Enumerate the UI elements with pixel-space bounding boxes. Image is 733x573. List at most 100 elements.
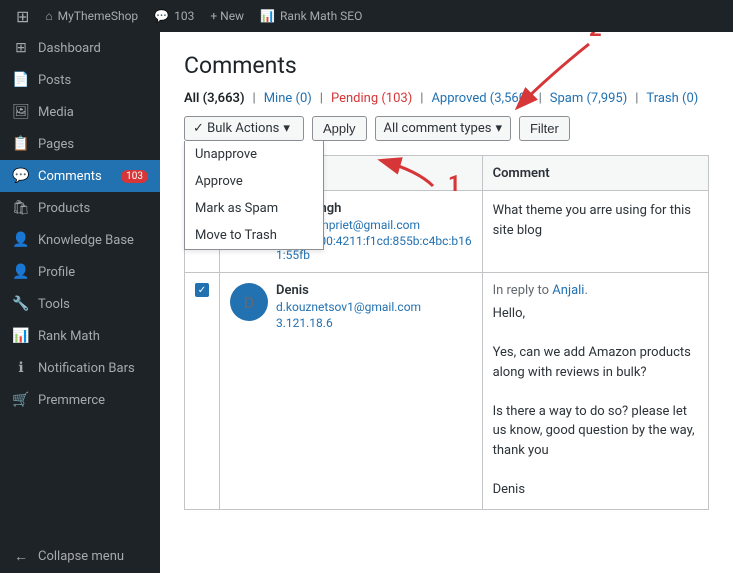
filter-button[interactable]: Filter <box>519 116 570 141</box>
main-layout: ⊞ Dashboard 📄 Posts 🖼 Media 📋 Pages 💬 Co… <box>0 32 733 573</box>
sidebar: ⊞ Dashboard 📄 Posts 🖼 Media 📋 Pages 💬 Co… <box>0 32 160 573</box>
annotations-overlay: 2 <box>489 32 689 126</box>
row2-author-info: D Denis d.kouznetsov1@gmail.com 3.121.18… <box>230 283 472 330</box>
chevron-down-icon: ▾ <box>283 121 290 136</box>
sidebar-item-label: Dashboard <box>38 41 148 56</box>
pages-icon: 📋 <box>12 136 30 152</box>
bulk-actions-area: ✓ Bulk Actions ▾ Unapprove Approve Mark … <box>184 116 709 141</box>
sidebar-item-notification-bars[interactable]: ℹ Notification Bars <box>0 352 160 384</box>
comments-icon: 💬 <box>154 9 169 23</box>
rankmath-icon: 📊 <box>260 9 275 23</box>
collapse-icon: ← <box>12 548 30 565</box>
admin-bar: ⊞ ⌂ MyThemeShop 💬 103 + New 📊 Rank Math … <box>0 0 733 32</box>
bulk-option-approve[interactable]: Approve <box>185 168 323 195</box>
sidebar-item-dashboard[interactable]: ⊞ Dashboard <box>0 32 160 64</box>
sidebar-item-label: Media <box>38 105 148 120</box>
bulk-actions-button[interactable]: ✓ Bulk Actions ▾ <box>184 116 304 141</box>
row2-avatar: D <box>230 283 268 321</box>
sidebar-item-profile[interactable]: 👤 Profile <box>0 256 160 288</box>
row2-checkbox[interactable]: ✓ <box>195 283 209 297</box>
sidebar-item-label: Premmerce <box>38 393 148 408</box>
sidebar-item-label: Profile <box>38 265 148 280</box>
comment-type-select[interactable]: All comment types ▾ <box>375 116 511 141</box>
main-content: Comments All (3,663) | Mine (0) | Pendin… <box>160 32 733 573</box>
row1-comment-text: What theme you arre using for this site … <box>493 201 698 240</box>
sidebar-item-comments[interactable]: 💬 Comments 103 <box>0 160 160 192</box>
sidebar-item-rank-math[interactable]: 📊 Rank Math <box>0 320 160 352</box>
annotation-2: 2 <box>589 32 602 42</box>
filter-all[interactable]: All (3,663) <box>184 91 245 106</box>
sidebar-item-label: Tools <box>38 297 148 312</box>
sidebar-item-pages[interactable]: 📋 Pages <box>0 128 160 160</box>
notification-bars-icon: ℹ <box>12 360 30 376</box>
bulk-option-spam[interactable]: Mark as Spam <box>185 195 323 222</box>
premmerce-icon: 🛒 <box>12 392 30 408</box>
bulk-option-unapprove[interactable]: Unapprove <box>185 141 323 168</box>
filter-bar: All (3,663) | Mine (0) | Pending (103) |… <box>184 91 709 106</box>
sidebar-item-products[interactable]: 🛍 Products <box>0 192 160 224</box>
rankmath-menu[interactable]: 📊 Rank Math SEO <box>252 0 370 32</box>
row2-checkbox-cell: ✓ <box>185 273 220 510</box>
sidebar-item-label: Rank Math <box>38 329 148 344</box>
row1-comment-cell: What theme you arre using for this site … <box>482 191 708 273</box>
media-icon: 🖼 <box>12 104 30 120</box>
profile-icon: 👤 <box>12 264 30 280</box>
row2-author-ip: 3.121.18.6 <box>276 316 421 330</box>
bulk-actions-menu: Unapprove Approve Mark as Spam Move to T… <box>184 141 324 250</box>
th-comment: Comment 1 <box>482 156 708 191</box>
filter-pending[interactable]: Pending (103) <box>331 91 412 106</box>
filter-spam[interactable]: Spam (7,995) <box>550 91 627 106</box>
move-to-trash-label: Move to Trash <box>195 228 277 243</box>
row2-reply-info: In reply to Anjali. <box>493 283 698 298</box>
site-menu[interactable]: ⊞ <box>8 0 37 32</box>
sidebar-item-label: Posts <box>38 73 148 88</box>
products-icon: 🛍 <box>12 200 30 216</box>
new-label: + New <box>210 9 244 23</box>
table-row: ✓ D Denis d.kouznetsov1@gmail.com 3.121.… <box>185 273 709 510</box>
filter-trash[interactable]: Trash (0) <box>646 91 698 106</box>
page-title: Comments <box>184 52 709 79</box>
sidebar-item-tools[interactable]: 🔧 Tools <box>0 288 160 320</box>
sidebar-item-label: Notification Bars <box>38 361 148 376</box>
sidebar-item-label: Pages <box>38 137 148 152</box>
row2-comment-cell: In reply to Anjali. Hello, Yes, can we a… <box>482 273 708 510</box>
comment-line-1: Hello, <box>493 304 698 324</box>
bulk-actions-label: ✓ Bulk Actions <box>193 121 279 136</box>
comment-type-label: All comment types <box>384 121 492 136</box>
dashboard-icon: ⊞ <box>12 40 30 56</box>
comments-menu[interactable]: 💬 103 <box>146 0 202 32</box>
row2-author-email[interactable]: d.kouznetsov1@gmail.com <box>276 300 421 314</box>
tools-icon: 🔧 <box>12 296 30 312</box>
bulk-option-trash[interactable]: Move to Trash <box>185 222 323 249</box>
posts-icon: 📄 <box>12 72 30 88</box>
filter-label: Filter <box>530 121 559 136</box>
mark-spam-label: Mark as Spam <box>195 201 278 216</box>
sidebar-item-premmerce[interactable]: 🛒 Premmerce <box>0 384 160 416</box>
filter-mine[interactable]: Mine (0) <box>264 91 312 106</box>
row2-comment-text: Hello, Yes, can we add Amazon products a… <box>493 304 698 499</box>
unapprove-label: Unapprove <box>195 147 257 162</box>
comments-count: 103 <box>174 9 194 23</box>
row2-author-details: Denis d.kouznetsov1@gmail.com 3.121.18.6 <box>276 283 421 330</box>
site-name-menu[interactable]: ⌂ MyThemeShop <box>37 0 146 32</box>
filter-approved[interactable]: Approved (3,560) <box>431 91 530 106</box>
sidebar-item-media[interactable]: 🖼 Media <box>0 96 160 128</box>
row2-author-name: Denis <box>276 283 421 298</box>
sidebar-item-posts[interactable]: 📄 Posts <box>0 64 160 96</box>
sidebar-item-label: Collapse menu <box>38 549 148 564</box>
apply-label: Apply <box>323 121 356 136</box>
sidebar-item-knowledge-base[interactable]: 👤 Knowledge Base <box>0 224 160 256</box>
site-icon: ⌂ <box>45 9 52 23</box>
comment-line-4: Denis <box>493 480 698 500</box>
sidebar-item-label: Knowledge Base <box>38 233 148 248</box>
wp-icon: ⊞ <box>16 7 29 26</box>
rank-math-icon: 📊 <box>12 328 30 344</box>
rankmath-label: Rank Math SEO <box>280 9 362 23</box>
sidebar-item-collapse[interactable]: ← Collapse menu <box>0 540 160 573</box>
apply-button[interactable]: Apply <box>312 116 367 141</box>
sidebar-item-label: Comments <box>38 169 113 184</box>
new-content-menu[interactable]: + New <box>202 0 252 32</box>
bulk-dropdown: ✓ Bulk Actions ▾ Unapprove Approve Mark … <box>184 116 304 141</box>
reply-to-link[interactable]: Anjali <box>552 283 584 298</box>
knowledge-base-icon: 👤 <box>12 232 30 248</box>
